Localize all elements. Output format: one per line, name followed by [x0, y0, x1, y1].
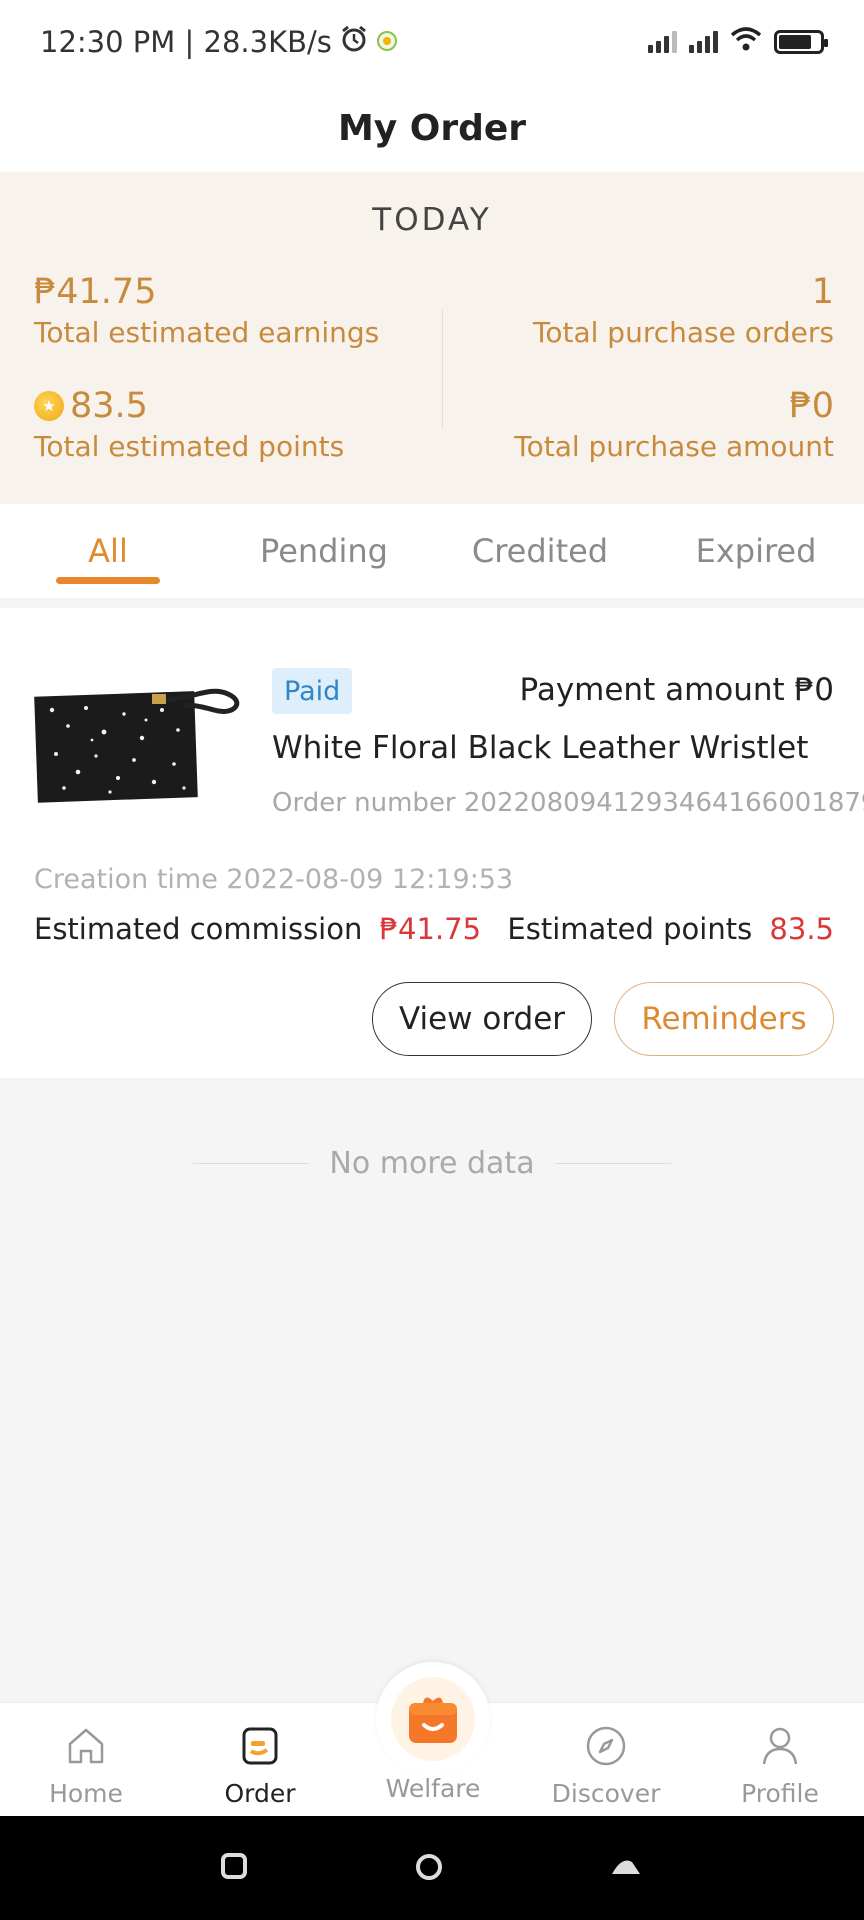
- tab-expired[interactable]: Expired: [648, 504, 864, 598]
- signal-icon: [648, 31, 677, 53]
- purchase-amount-label: Total purchase amount: [514, 430, 834, 463]
- gift-box-icon: [391, 1677, 475, 1761]
- nav-profile[interactable]: Profile: [720, 1721, 840, 1808]
- commission-value: ₱41.75: [379, 912, 482, 946]
- purchase-amount-stat: ₱0 Total purchase amount: [514, 386, 834, 463]
- nav-profile-label: Profile: [741, 1779, 819, 1808]
- order-tabs: All Pending Credited Expired: [0, 504, 864, 598]
- estimated-points: Estimated points 83.5: [507, 912, 834, 946]
- battery-icon: [774, 30, 828, 54]
- person-icon: [755, 1721, 805, 1771]
- today-summary: TODAY ₱41.75 Total estimated earnings 1 …: [0, 172, 864, 504]
- nav-order-label: Order: [224, 1779, 296, 1808]
- back-button[interactable]: [610, 1852, 642, 1880]
- earnings-stat: ₱41.75 Total estimated earnings: [34, 272, 379, 349]
- purchase-amount-value: ₱0: [789, 386, 834, 426]
- nav-discover-label: Discover: [551, 1779, 661, 1808]
- coin-icon: ★: [34, 391, 64, 421]
- home-button[interactable]: [414, 1852, 444, 1882]
- nav-home-label: Home: [49, 1779, 123, 1808]
- order-icon: [235, 1721, 285, 1771]
- signal-icon-2: [689, 31, 718, 53]
- earnings-label: Total estimated earnings: [34, 316, 380, 349]
- recent-apps-button[interactable]: [220, 1852, 248, 1880]
- tab-all[interactable]: All: [0, 504, 216, 598]
- page-title: My Order: [337, 107, 527, 149]
- alarm-icon: [340, 25, 368, 60]
- order-number: Order number 20220809412934641660018793: [272, 788, 864, 818]
- reminders-button[interactable]: Reminders: [614, 982, 834, 1056]
- points-stat: ★ 83.5 Total estimated points: [34, 386, 344, 463]
- points-label: Total estimated points: [34, 430, 345, 463]
- divider-line: [554, 1163, 671, 1164]
- purchase-orders-value: 1: [811, 272, 834, 312]
- estimated-commission: Estimated commission ₱41.75: [34, 912, 481, 946]
- earnings-value: ₱41.75: [34, 272, 157, 312]
- payment-amount: Payment amount ₱0: [519, 672, 834, 708]
- wifi-icon: [730, 25, 762, 59]
- summary-heading: TODAY: [372, 202, 492, 238]
- header: My Order: [0, 84, 864, 172]
- creation-time: Creation time 2022-08-09 12:19:53: [34, 864, 514, 895]
- product-name[interactable]: White Floral Black Leather Wristlet: [272, 730, 808, 766]
- no-more-data-text: No more data: [329, 1146, 535, 1181]
- divider-line: [193, 1163, 310, 1164]
- view-order-button[interactable]: View order: [372, 982, 592, 1056]
- tab-pending[interactable]: Pending: [216, 504, 432, 598]
- commission-label: Estimated commission: [34, 912, 363, 946]
- system-nav-bar: [0, 1816, 864, 1920]
- tab-credited[interactable]: Credited: [432, 504, 648, 598]
- nav-home[interactable]: Home: [26, 1721, 146, 1808]
- order-card: Paid Payment amount ₱0 White Floral Blac…: [0, 608, 864, 1078]
- nav-welfare-label: Welfare: [385, 1774, 481, 1803]
- home-icon: [61, 1721, 111, 1771]
- product-image[interactable]: [34, 680, 248, 806]
- nav-order[interactable]: Order: [200, 1721, 320, 1808]
- purchase-orders-label: Total purchase orders: [533, 316, 834, 349]
- order-points-label: Estimated points: [507, 912, 753, 946]
- status-bar: 12:30 PM | 28.3KB/s: [0, 0, 864, 84]
- compass-icon: [581, 1721, 631, 1771]
- points-value: 83.5: [70, 386, 148, 426]
- order-points-value: 83.5: [769, 912, 834, 946]
- summary-divider: [442, 310, 443, 430]
- nav-discover[interactable]: Discover: [546, 1721, 666, 1808]
- status-badge: Paid: [272, 668, 353, 714]
- no-more-data: No more data: [0, 1146, 864, 1181]
- nav-welfare[interactable]: [376, 1662, 490, 1776]
- app-notification-icon: [376, 25, 398, 59]
- purchase-orders-stat: 1 Total purchase orders: [533, 272, 834, 349]
- status-time-speed: 12:30 PM | 28.3KB/s: [40, 25, 332, 59]
